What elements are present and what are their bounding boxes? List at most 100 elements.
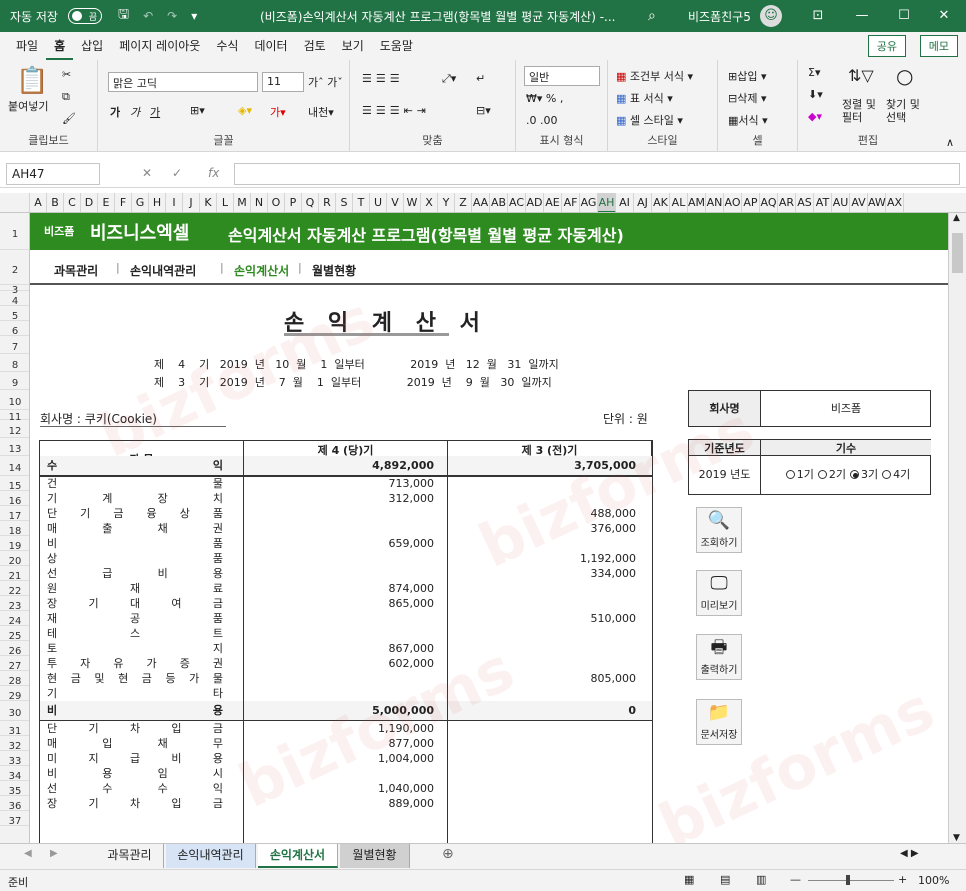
- share-button[interactable]: 공유: [867, 35, 906, 57]
- row-header[interactable]: 36: [0, 796, 29, 812]
- row-header[interactable]: 18: [0, 521, 29, 537]
- column-header[interactable]: AQ: [760, 193, 778, 212]
- cut-icon[interactable]: ✂: [62, 68, 71, 81]
- column-header[interactable]: F: [115, 193, 132, 212]
- column-header[interactable]: AA: [472, 193, 490, 212]
- zoom-in-icon[interactable]: +: [898, 873, 907, 886]
- column-header[interactable]: P: [285, 193, 302, 212]
- row-header[interactable]: 12: [0, 420, 29, 438]
- column-header[interactable]: M: [234, 193, 251, 212]
- sort-filter-button[interactable]: 정렬 및 필터: [842, 98, 876, 124]
- formula-input[interactable]: [234, 163, 960, 185]
- orientation-icon[interactable]: ⤢▾: [442, 72, 456, 86]
- minimize-icon[interactable]: —: [840, 0, 884, 32]
- row-header[interactable]: 22: [0, 581, 29, 597]
- bold-icon[interactable]: 가: [110, 104, 120, 120]
- column-header[interactable]: V: [387, 193, 404, 212]
- row-header[interactable]: 4: [0, 291, 29, 307]
- column-header[interactable]: AM: [688, 193, 706, 212]
- column-header[interactable]: AC: [508, 193, 526, 212]
- autosum-icon[interactable]: Σ▾: [808, 66, 820, 79]
- normal-view-icon[interactable]: ▦: [684, 873, 694, 886]
- row-header[interactable]: 7: [0, 336, 29, 354]
- wrap-text-icon[interactable]: ↵: [476, 72, 485, 85]
- fill-color-icon[interactable]: ◈▾: [238, 104, 252, 117]
- nav-2[interactable]: 손익계산서: [234, 262, 289, 279]
- column-header[interactable]: H: [149, 193, 166, 212]
- column-header[interactable]: B: [47, 193, 64, 212]
- row-header[interactable]: 33: [0, 751, 29, 767]
- sheet-tab-3[interactable]: 월별현황: [340, 844, 410, 868]
- horizontal-align-icon[interactable]: ☰☰☰⇤⇥: [362, 104, 430, 117]
- maximize-icon[interactable]: ☐: [882, 0, 926, 32]
- row-header[interactable]: 24: [0, 611, 29, 627]
- column-header[interactable]: T: [353, 193, 370, 212]
- column-header[interactable]: G: [132, 193, 149, 212]
- italic-icon[interactable]: 가: [130, 104, 140, 120]
- nav-3[interactable]: 월별현황: [312, 262, 356, 279]
- grow-font-icon[interactable]: 가ˆ 가ˇ: [308, 74, 343, 90]
- ribbon-display-icon[interactable]: ⊡: [796, 0, 840, 32]
- row-header[interactable]: 13: [0, 438, 29, 456]
- row-header[interactable]: 29: [0, 686, 29, 702]
- column-header[interactable]: AI: [616, 193, 634, 212]
- row-header[interactable]: 10: [0, 390, 29, 410]
- page-break-icon[interactable]: ▥: [756, 873, 766, 886]
- autosave-toggle[interactable]: 끔: [67, 8, 102, 24]
- format-cells-button[interactable]: ▦서식 ▾: [728, 112, 768, 128]
- column-header[interactable]: I: [166, 193, 183, 212]
- decimal-icon[interactable]: .0 .00: [526, 114, 558, 127]
- hscroll-icon[interactable]: ◀ ▶: [900, 848, 919, 859]
- column-header[interactable]: C: [64, 193, 81, 212]
- radio-icon[interactable]: [785, 470, 795, 479]
- row-header[interactable]: 17: [0, 506, 29, 522]
- menu-8[interactable]: 도움말: [372, 32, 421, 60]
- radio-icon[interactable]: [817, 470, 827, 479]
- find-select-button[interactable]: 찾기 및 선택: [886, 98, 920, 124]
- period-radio-0[interactable]: 1기: [782, 468, 814, 481]
- row-header[interactable]: 19: [0, 536, 29, 552]
- menu-6[interactable]: 검토: [296, 32, 334, 60]
- column-header[interactable]: N: [251, 193, 268, 212]
- zoom-out-icon[interactable]: —: [790, 873, 801, 886]
- row-header[interactable]: 6: [0, 321, 29, 337]
- period-radio-1[interactable]: 2기: [814, 468, 846, 481]
- column-header[interactable]: AN: [706, 193, 724, 212]
- row-header[interactable]: 31: [0, 721, 29, 737]
- row-header[interactable]: 32: [0, 736, 29, 752]
- zoom-level[interactable]: 100%: [918, 874, 949, 887]
- column-header[interactable]: AH: [598, 193, 616, 212]
- column-header[interactable]: AX: [886, 193, 904, 212]
- sort-filter-icon[interactable]: ⇅▽: [848, 66, 874, 85]
- row-header[interactable]: 8: [0, 354, 29, 372]
- undo-icon[interactable]: ↶: [143, 9, 153, 23]
- cell-style-button[interactable]: ▦ 셀 스타일 ▾: [616, 112, 683, 128]
- copy-icon[interactable]: ⧉: [62, 90, 70, 104]
- format-painter-icon[interactable]: 🖌: [62, 112, 76, 125]
- user-name[interactable]: 비즈폼친구5: [688, 8, 751, 25]
- close-icon[interactable]: ✕: [922, 0, 966, 32]
- menu-5[interactable]: 데이터: [246, 32, 295, 60]
- nav-0[interactable]: 과목관리: [54, 262, 98, 279]
- table-format-button[interactable]: ▦ 표 서식 ▾: [616, 90, 673, 106]
- row-header[interactable]: 28: [0, 671, 29, 687]
- menu-7[interactable]: 보기: [334, 32, 372, 60]
- sheet-tab-0[interactable]: 과목관리: [96, 844, 164, 868]
- paste-icon[interactable]: 📋: [16, 66, 48, 96]
- column-header[interactable]: AS: [796, 193, 814, 212]
- tab-next-icon[interactable]: ▶: [50, 848, 58, 859]
- column-header[interactable]: AT: [814, 193, 832, 212]
- zoom-slider[interactable]: [808, 880, 894, 881]
- row-header[interactable]: 37: [0, 811, 29, 827]
- number-format-select[interactable]: 일반: [524, 66, 600, 86]
- vertical-scrollbar[interactable]: ▲ ▼: [948, 213, 966, 843]
- menu-4[interactable]: 수식: [208, 32, 246, 60]
- column-header[interactable]: E: [98, 193, 115, 212]
- sheet-tab-2[interactable]: 손익계산서: [258, 844, 338, 868]
- column-header[interactable]: AK: [652, 193, 670, 212]
- search-icon[interactable]: ⌕: [648, 8, 656, 24]
- radio-icon[interactable]: [882, 470, 892, 479]
- row-header[interactable]: 21: [0, 566, 29, 582]
- collapse-ribbon-icon[interactable]: ∧: [946, 136, 954, 149]
- column-header[interactable]: D: [81, 193, 98, 212]
